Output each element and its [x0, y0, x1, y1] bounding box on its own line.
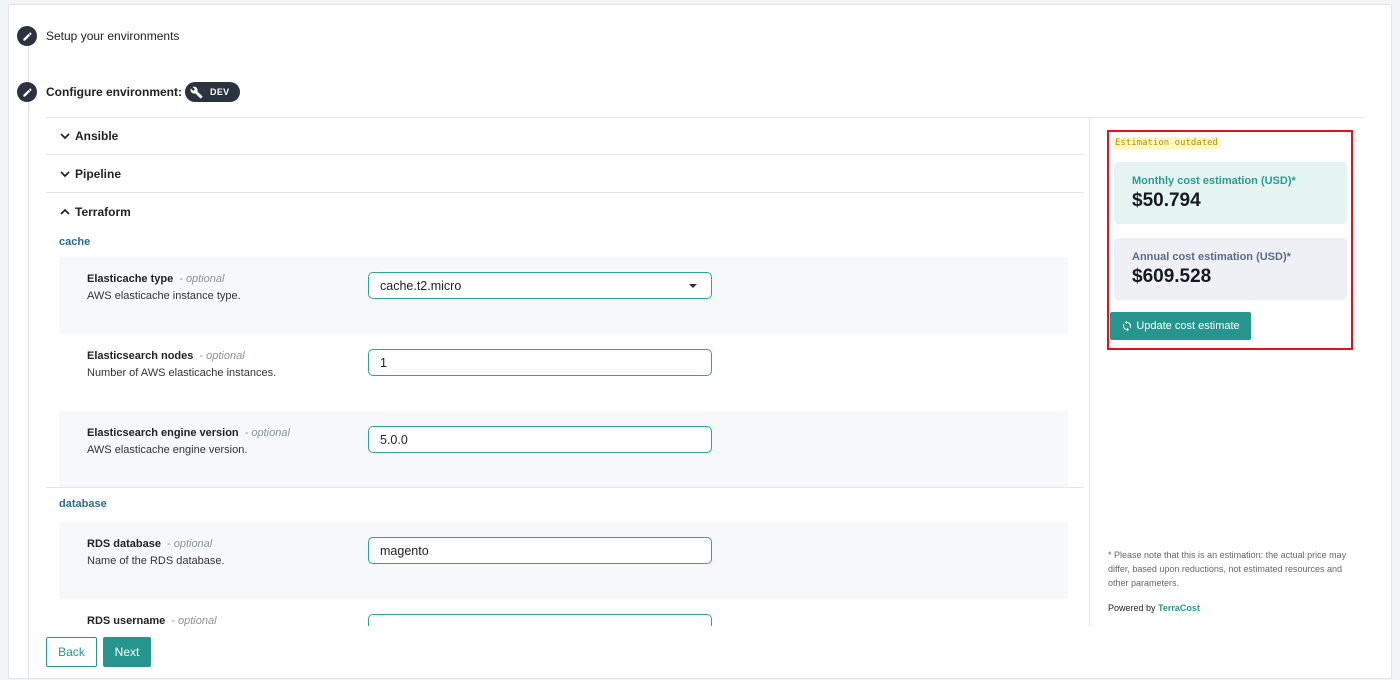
input-value: 1 — [380, 355, 387, 370]
annual-cost-card: Annual cost estimation (USD)* $609.528 — [1114, 238, 1347, 300]
step-label: Setup your environments — [46, 29, 180, 43]
step-configure-environment[interactable]: Configure environment: DEV — [17, 82, 241, 102]
optional-tag: - optional — [199, 350, 245, 362]
field-rds-database: RDS database - optional Name of the RDS d… — [59, 522, 1068, 599]
field-elasticache-type: Elasticache type - optional AWS elasticac… — [59, 257, 1068, 334]
field-elasticsearch-nodes: Elasticsearch nodes - optional Number of … — [59, 334, 1068, 411]
field-label: Elasticsearch engine version - optional — [87, 427, 290, 439]
configuration-panel: Ansible Pipeline Terraform cache Elastic… — [46, 117, 1084, 626]
wrench-icon — [188, 84, 204, 100]
update-cost-estimate-button[interactable]: Update cost estimate — [1110, 312, 1251, 340]
field-rds-username: RDS username - optional — [59, 599, 1068, 626]
stepper-rail — [28, 40, 29, 680]
elasticache-type-select[interactable]: cache.t2.micro — [368, 272, 712, 299]
annual-cost-value: $609.528 — [1132, 266, 1212, 287]
group-title-database: database — [59, 498, 107, 510]
estimation-outdated-badge: Estimation outdated — [1113, 137, 1220, 149]
field-description: Name of the RDS database. — [87, 555, 225, 567]
refresh-icon — [1121, 320, 1133, 332]
environment-badge-label: DEV — [210, 87, 230, 97]
divider — [46, 487, 1084, 488]
monthly-cost-title: Monthly cost estimation (USD)* — [1132, 175, 1296, 187]
field-elasticsearch-engine-version: Elasticsearch engine version - optional A… — [59, 411, 1068, 487]
section-title: Ansible — [75, 128, 119, 143]
select-value: cache.t2.micro — [380, 278, 462, 293]
rds-username-input[interactable] — [368, 614, 712, 626]
optional-tag: - optional — [179, 273, 225, 285]
chevron-down-icon — [59, 130, 71, 142]
environment-badge: DEV — [185, 82, 241, 102]
optional-tag: - optional — [166, 538, 213, 550]
step-setup-environments[interactable]: Setup your environments — [17, 26, 179, 46]
optional-tag: - optional — [171, 615, 217, 626]
pencil-icon — [17, 26, 37, 46]
terracost-link[interactable]: TerraCost — [1158, 603, 1200, 613]
field-description: AWS elasticache instance type. — [87, 290, 241, 302]
input-value: magento — [380, 543, 429, 558]
elasticsearch-engine-version-input[interactable]: 5.0.0 — [368, 426, 712, 453]
monthly-cost-card: Monthly cost estimation (USD)* $50.794 — [1114, 162, 1347, 224]
step-label: Configure environment: — [46, 85, 183, 99]
field-label: RDS database - optional — [87, 538, 213, 550]
elasticsearch-nodes-input[interactable]: 1 — [368, 349, 712, 376]
group-title-cache: cache — [59, 236, 91, 248]
field-label: RDS username - optional — [87, 615, 217, 626]
section-pipeline[interactable]: Pipeline — [46, 155, 1084, 193]
section-title: Terraform — [75, 205, 131, 219]
cost-estimation-panel: Estimation outdated Monthly cost estimat… — [1089, 117, 1364, 626]
estimation-disclaimer: * Please note that this is an estimation… — [1108, 550, 1347, 588]
optional-tag: - optional — [244, 427, 290, 439]
section-ansible[interactable]: Ansible — [46, 117, 1084, 155]
section-terraform[interactable]: Terraform — [46, 193, 1084, 231]
back-button[interactable]: Back — [46, 637, 97, 667]
powered-by: Powered by TerraCost — [1108, 603, 1200, 613]
update-button-label: Update cost estimate — [1136, 320, 1240, 332]
monthly-cost-value: $50.794 — [1132, 190, 1201, 211]
field-description: AWS elasticache engine version. — [87, 444, 248, 456]
field-description: Number of AWS elasticache instances. — [87, 367, 277, 379]
field-label: Elasticache type - optional — [87, 273, 225, 285]
section-title: Pipeline — [75, 166, 122, 181]
chevron-down-icon — [59, 168, 71, 180]
rds-database-input[interactable]: magento — [368, 537, 712, 564]
chevron-up-icon — [59, 206, 71, 218]
caret-down-icon — [689, 284, 697, 288]
estimation-highlight-box: Estimation outdated Monthly cost estimat… — [1107, 130, 1353, 350]
next-button[interactable]: Next — [103, 637, 151, 667]
annual-cost-title: Annual cost estimation (USD)* — [1132, 251, 1291, 263]
field-label: Elasticsearch nodes - optional — [87, 350, 245, 362]
pencil-icon — [17, 82, 37, 102]
input-value: 5.0.0 — [380, 432, 408, 447]
